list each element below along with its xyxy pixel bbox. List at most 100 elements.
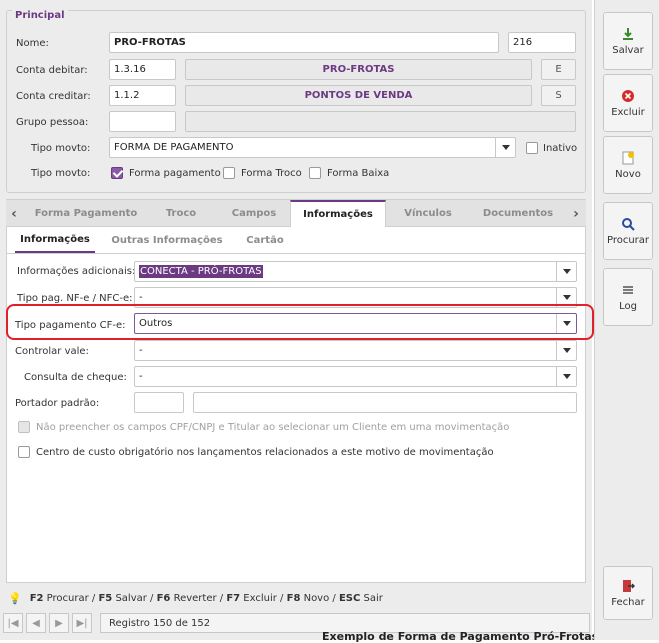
conta-debitar-flag: E — [541, 59, 576, 80]
centro-custo-checkbox[interactable]: Centro de custo obrigatório nos lançamen… — [18, 446, 494, 458]
conta-creditar-label: Conta creditar: — [16, 91, 91, 102]
tab-forma-pagamento[interactable]: Forma Pagamento — [28, 200, 144, 227]
save-icon — [621, 27, 635, 41]
subtab-divider — [7, 253, 585, 254]
delete-icon — [621, 89, 635, 103]
controlar-vale-select[interactable]: - — [134, 340, 577, 361]
centro-custo-label: Centro de custo obrigatório nos lançamen… — [36, 446, 494, 458]
shortcut-action: Novo / — [300, 592, 339, 604]
forma-troco-checkbox[interactable]: Forma Troco — [223, 167, 302, 179]
inativo-checkbox[interactable]: Inativo — [526, 142, 577, 154]
tipo-movto2-label: Tipo movto: — [31, 168, 91, 179]
salvar-button[interactable]: Salvar — [603, 12, 653, 70]
first-record-button[interactable]: |◀ — [3, 613, 23, 633]
log-icon — [621, 283, 635, 297]
checkbox-icon[interactable] — [18, 421, 30, 433]
subtab-informacoes[interactable]: Informações — [15, 227, 95, 253]
portador-desc-input[interactable] — [193, 392, 577, 413]
shortcut-status-bar: 💡 F2 Procurar / F5 Salvar / F6 Reverter … — [0, 588, 592, 608]
caption-text: Exemplo de Forma de Pagamento Pró-Frotas — [322, 630, 599, 643]
inativo-label: Inativo — [543, 142, 578, 154]
excluir-button[interactable]: Excluir — [603, 74, 653, 132]
excluir-label: Excluir — [611, 106, 645, 118]
action-sidebar: Salvar Excluir Novo Procurar Log Fechar — [594, 0, 659, 640]
shortcut-key: F7 — [226, 592, 241, 604]
chevron-down-icon[interactable] — [495, 138, 515, 157]
chevron-down-icon[interactable] — [556, 367, 576, 386]
last-record-button[interactable]: ▶| — [72, 613, 92, 633]
forma-pagamento-label: Forma pagamento — [129, 167, 221, 179]
info-adic-value: CONECTA - PRÓ-FROTAS — [139, 265, 263, 278]
tab-vinculos[interactable]: Vínculos — [386, 200, 470, 227]
tab-informacoes[interactable]: Informações — [290, 200, 386, 227]
procurar-button[interactable]: Procurar — [603, 202, 653, 260]
tab-troco[interactable]: Troco — [144, 200, 218, 227]
exit-door-icon — [621, 579, 635, 593]
conta-creditar-flag: S — [541, 85, 576, 106]
nome-input[interactable]: PRO-FROTAS — [109, 32, 499, 53]
log-button[interactable]: Log — [603, 268, 653, 326]
chevron-down-icon[interactable] — [556, 341, 576, 360]
chevron-right-icon[interactable]: › — [568, 200, 584, 227]
novo-button[interactable]: Novo — [603, 136, 653, 194]
search-icon — [621, 217, 635, 231]
shortcut-action: Sair — [360, 592, 383, 604]
nao-preencher-label: Não preencher os campos CPF/CNPJ e Titul… — [36, 421, 510, 433]
new-document-icon — [621, 151, 635, 165]
portador-code-input[interactable] — [134, 392, 184, 413]
nao-preencher-checkbox[interactable]: Não preencher os campos CPF/CNPJ e Titul… — [18, 421, 509, 433]
shortcut-key: F6 — [156, 592, 171, 604]
grupo-pessoa-desc — [185, 111, 576, 132]
next-record-button[interactable]: ▶ — [49, 613, 69, 633]
shortcut-key: F8 — [286, 592, 301, 604]
tipo-pag-value: - — [139, 292, 143, 303]
shortcut-key: F2 — [29, 592, 44, 604]
shortcut-action: Procurar / — [43, 592, 99, 604]
prev-record-button[interactable]: ◀ — [26, 613, 46, 633]
subtab-outras-informacoes[interactable]: Outras Informações — [107, 227, 227, 253]
tipo-movto-select[interactable]: FORMA DE PAGAMENTO — [109, 137, 516, 158]
forma-troco-label: Forma Troco — [241, 167, 302, 179]
shortcut-key: F5 — [98, 592, 113, 604]
salvar-label: Salvar — [612, 44, 644, 56]
conta-debitar-label: Conta debitar: — [16, 65, 88, 76]
portador-label: Portador padrão: — [15, 398, 100, 409]
tab-campos[interactable]: Campos — [218, 200, 290, 227]
chevron-down-icon[interactable] — [556, 262, 576, 281]
tipo-movto-label: Tipo movto: — [31, 143, 91, 154]
tipo-pag-label: Tipo pag. NF-e / NFC-e: — [17, 293, 133, 304]
forma-pagamento-checkbox[interactable]: Forma pagamento — [111, 167, 221, 179]
conta-creditar-input[interactable]: 1.1.2 — [109, 85, 176, 106]
checkbox-icon[interactable] — [526, 142, 538, 154]
forma-baixa-label: Forma Baixa — [327, 167, 390, 179]
consulta-cheque-value: - — [139, 371, 143, 382]
conta-creditar-desc: PONTOS DE VENDA — [185, 85, 532, 106]
checkbox-icon[interactable] — [309, 167, 321, 179]
consulta-cheque-select[interactable]: - — [134, 366, 577, 387]
procurar-label: Procurar — [606, 234, 650, 246]
subtab-cartao[interactable]: Cartão — [237, 227, 293, 253]
fechar-button[interactable]: Fechar — [603, 566, 653, 620]
grupo-pessoa-label: Grupo pessoa: — [16, 117, 89, 128]
highlight-frame — [6, 304, 594, 340]
forma-baixa-checkbox[interactable]: Forma Baixa — [309, 167, 389, 179]
chevron-left-icon[interactable]: ‹ — [6, 200, 22, 227]
tab-documentos[interactable]: Documentos — [470, 200, 566, 227]
checkbox-checked-icon[interactable] — [111, 167, 123, 179]
info-adic-select[interactable]: CONECTA - PRÓ-FROTAS — [134, 261, 577, 282]
nome-label: Nome: — [16, 38, 49, 49]
checkbox-icon[interactable] — [223, 167, 235, 179]
shortcut-action: Reverter / — [170, 592, 227, 604]
consulta-cheque-label: Consulta de cheque: — [24, 372, 127, 383]
conta-debitar-input[interactable]: 1.3.16 — [109, 59, 176, 80]
codigo-input[interactable]: 216 — [508, 32, 576, 53]
grupo-pessoa-input[interactable] — [109, 111, 176, 132]
principal-legend: Principal — [12, 10, 68, 21]
controlar-vale-label: Controlar vale: — [15, 346, 89, 357]
lightbulb-icon: 💡 — [8, 591, 22, 605]
main-tabbar: ‹ Forma Pagamento Troco Campos Informaçõ… — [6, 199, 586, 227]
fechar-label: Fechar — [611, 596, 645, 608]
shortcut-action: Salvar / — [112, 592, 157, 604]
checkbox-icon[interactable] — [18, 446, 30, 458]
tipo-movto-value: FORMA DE PAGAMENTO — [114, 142, 234, 153]
